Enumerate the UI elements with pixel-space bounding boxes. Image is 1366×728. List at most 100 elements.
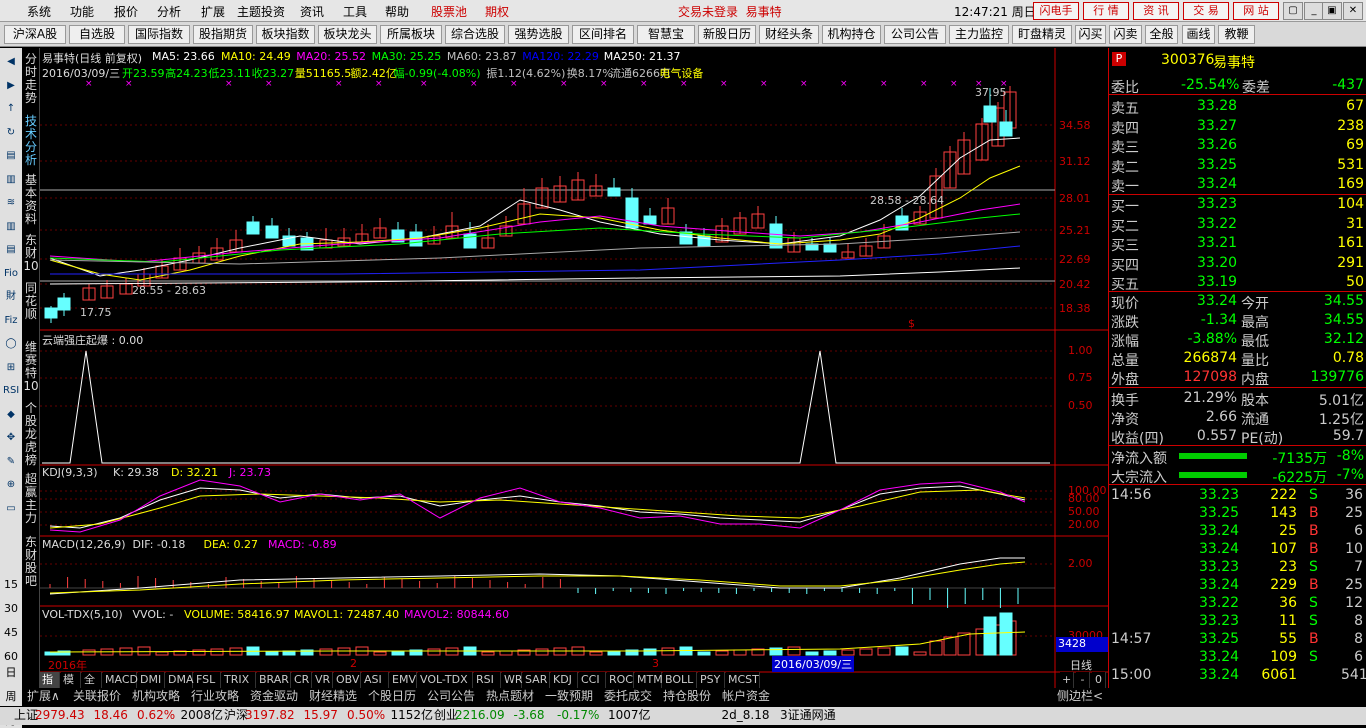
left-tool-icon-19[interactable]: ▭ bbox=[3, 501, 19, 517]
toolbar-button-3[interactable]: 股指期货 bbox=[193, 25, 253, 44]
toolbar-button-10[interactable]: 智慧宝 bbox=[637, 25, 695, 44]
function-button-8[interactable]: 热点题材 bbox=[486, 689, 534, 705]
vtab-0[interactable]: 分时走势 bbox=[23, 53, 39, 105]
left-tool-icon-12[interactable]: ◯ bbox=[3, 336, 19, 352]
kline-chart-svg[interactable]: 34.58 31.12 28.01 25.21 22.69 20.42 18.38 bbox=[40, 48, 1108, 688]
left-tool-icon-15[interactable]: ◆ bbox=[3, 407, 19, 423]
menu-4[interactable]: 扩展 bbox=[201, 3, 225, 20]
quick-button-2[interactable]: 资 讯 bbox=[1133, 2, 1179, 20]
menu-red-1[interactable]: 期权 bbox=[485, 3, 509, 20]
indicator-tab-15[interactable]: RSI bbox=[474, 672, 501, 688]
indicator-tab-18[interactable]: KDJ bbox=[551, 672, 578, 688]
trade-status[interactable]: 交易未登录 易事特 bbox=[678, 3, 782, 20]
toolbar-button-9[interactable]: 区间排名 bbox=[572, 25, 634, 44]
quick-button-3[interactable]: 交 易 bbox=[1183, 2, 1229, 20]
quick-button-4[interactable]: 网 站 bbox=[1233, 2, 1279, 20]
vtab-8[interactable]: 东财股吧 bbox=[23, 536, 39, 588]
zoom-button-2[interactable]: 0 bbox=[1092, 672, 1106, 688]
period-label[interactable]: 日线 bbox=[1070, 657, 1092, 673]
left-tool-icon-3[interactable]: ↻ bbox=[3, 125, 19, 141]
function-button-10[interactable]: 委托成交 bbox=[604, 689, 652, 705]
toolbar-button-8[interactable]: 强势选股 bbox=[508, 25, 569, 44]
left-tool-icon-10[interactable]: 財 bbox=[3, 289, 19, 305]
left-tool-icon-16[interactable]: ✥ bbox=[3, 430, 19, 446]
toolbar-button-5[interactable]: 板块龙头 bbox=[318, 25, 377, 44]
login-status-text[interactable]: 交易未登录 bbox=[678, 5, 738, 19]
function-button-0[interactable]: 扩展∧ bbox=[27, 689, 60, 705]
function-button-4[interactable]: 资金驱动 bbox=[250, 689, 298, 705]
left-tool-icon-6[interactable]: ≋ bbox=[3, 195, 19, 211]
vtab-2[interactable]: 基本资料 bbox=[23, 174, 39, 226]
zoom-button-0[interactable]: + bbox=[1060, 672, 1074, 688]
indicator-tab-14[interactable]: VOL-TDX bbox=[418, 672, 473, 688]
function-button-1[interactable]: 关联报价 bbox=[73, 689, 121, 705]
indicator-tab-9[interactable]: CR bbox=[292, 672, 312, 688]
indicator-tab-6[interactable]: FSL bbox=[194, 672, 221, 688]
left-tool-icon-7[interactable]: ▥ bbox=[3, 219, 19, 235]
indicator-tab-7[interactable]: TRIX bbox=[222, 672, 256, 688]
toolbar-button-13[interactable]: 机构持仓 bbox=[822, 25, 881, 44]
indicator-tab-4[interactable]: DMI bbox=[138, 672, 165, 688]
quick-button-0[interactable]: 闪电手 bbox=[1033, 2, 1079, 20]
left-tool-icon-5[interactable]: ▥ bbox=[3, 172, 19, 188]
indicator-tab-12[interactable]: ASI bbox=[362, 672, 389, 688]
vtab-1[interactable]: 技术分析 bbox=[23, 115, 39, 167]
indicator-tab-0[interactable]: 指标 bbox=[40, 672, 60, 701]
toolbar-button-18[interactable]: 闪卖 bbox=[1109, 25, 1142, 44]
period-button-0[interactable]: 15 bbox=[0, 578, 22, 591]
left-tool-icon-4[interactable]: ▤ bbox=[3, 148, 19, 164]
menu-2[interactable]: 报价 bbox=[114, 3, 138, 20]
indicator-tab-1[interactable]: 模板 bbox=[61, 672, 81, 701]
zoom-button-1[interactable]: - bbox=[1076, 672, 1090, 688]
left-tool-icon-11[interactable]: Fiz bbox=[3, 313, 19, 329]
left-tool-icon-9[interactable]: Fio bbox=[3, 266, 19, 282]
window-control-0[interactable]: ▢ bbox=[1283, 2, 1303, 20]
toolbar-button-4[interactable]: 板块指数 bbox=[256, 25, 315, 44]
toolbar-button-0[interactable]: 沪深A股 bbox=[4, 25, 66, 44]
period-button-4[interactable]: 日 bbox=[0, 664, 22, 680]
vtab-5[interactable]: 维赛特10 bbox=[23, 341, 39, 393]
sidebar-toggle[interactable]: 侧边栏< bbox=[1057, 689, 1103, 705]
toolbar-button-21[interactable]: 教鞭 bbox=[1218, 25, 1255, 44]
indicator-tab-13[interactable]: EMV bbox=[390, 672, 417, 688]
period-button-3[interactable]: 60 bbox=[0, 650, 22, 663]
menu-0[interactable]: 系统 bbox=[27, 3, 51, 20]
toolbar-button-7[interactable]: 综合选股 bbox=[445, 25, 505, 44]
indicator-tab-17[interactable]: SAR bbox=[523, 672, 550, 688]
toolbar-button-20[interactable]: 画线 bbox=[1182, 25, 1215, 44]
menu-8[interactable]: 帮助 bbox=[385, 3, 409, 20]
toolbar-button-12[interactable]: 财经头条 bbox=[759, 25, 819, 44]
vtab-4[interactable]: 同花顺 bbox=[23, 282, 39, 321]
period-button-2[interactable]: 45 bbox=[0, 626, 22, 639]
vtab-7[interactable]: 超赢主力 bbox=[23, 473, 39, 525]
indicator-tab-10[interactable]: VR bbox=[313, 672, 333, 688]
toolbar-button-14[interactable]: 公司公告 bbox=[884, 25, 946, 44]
indicator-tab-24[interactable]: MCST bbox=[726, 672, 760, 688]
window-control-1[interactable]: _ bbox=[1304, 2, 1324, 20]
indicator-tab-2[interactable]: 全部 bbox=[82, 672, 102, 701]
vtab-3[interactable]: 东财10 bbox=[23, 234, 39, 273]
indicator-tab-21[interactable]: MTM bbox=[635, 672, 663, 688]
toolbar-button-6[interactable]: 所属板块 bbox=[380, 25, 442, 44]
indicator-tab-16[interactable]: WR bbox=[502, 672, 523, 688]
toolbar-button-1[interactable]: 自选股 bbox=[69, 25, 125, 44]
window-control-3[interactable]: ✕ bbox=[1343, 2, 1363, 20]
period-button-5[interactable]: 周 bbox=[0, 688, 22, 704]
menu-5[interactable]: 主题投资 bbox=[237, 3, 285, 20]
toolbar-button-17[interactable]: 闪买 bbox=[1075, 25, 1106, 44]
left-tool-icon-17[interactable]: ✎ bbox=[3, 454, 19, 470]
toolbar-button-11[interactable]: 新股日历 bbox=[698, 25, 756, 44]
function-button-2[interactable]: 机构攻略 bbox=[132, 689, 180, 705]
left-tool-icon-14[interactable]: RSI bbox=[3, 383, 19, 399]
indicator-tab-19[interactable]: CCI bbox=[579, 672, 606, 688]
quick-button-1[interactable]: 行 情 bbox=[1083, 2, 1129, 20]
indicator-tab-20[interactable]: ROC bbox=[607, 672, 634, 688]
left-tool-icon-13[interactable]: ⊞ bbox=[3, 360, 19, 376]
function-button-5[interactable]: 财经精选 bbox=[309, 689, 357, 705]
function-button-7[interactable]: 公司公告 bbox=[427, 689, 475, 705]
menu-3[interactable]: 分析 bbox=[157, 3, 181, 20]
period-button-1[interactable]: 30 bbox=[0, 602, 22, 615]
indicator-tab-22[interactable]: BOLL bbox=[663, 672, 697, 688]
kline-chart-area[interactable]: 34.58 31.12 28.01 25.21 22.69 20.42 18.38 易事特(… bbox=[40, 48, 1108, 688]
left-tool-icon-2[interactable]: ↑ bbox=[3, 101, 19, 117]
